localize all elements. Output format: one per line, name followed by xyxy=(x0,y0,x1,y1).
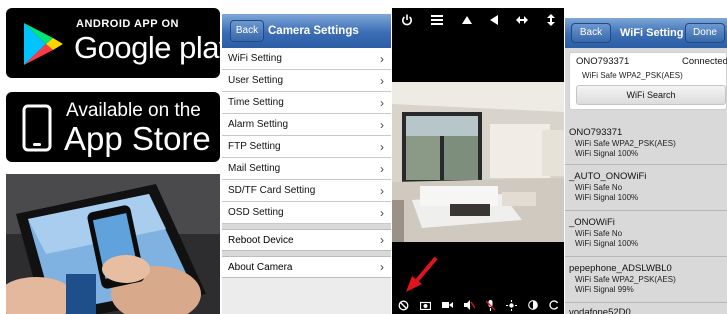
network-name: _AUTO_ONOWiFi xyxy=(569,171,647,182)
about-label: About Camera xyxy=(228,262,293,273)
reboot-device-button[interactable]: Reboot Device › xyxy=(222,229,391,251)
network-signal: WiFi Signal 99% xyxy=(575,285,634,294)
wifi-search-button[interactable]: WiFi Search xyxy=(576,85,726,105)
camera-settings-screen: Back Camera Settings WiFi Setting › User … xyxy=(222,14,391,314)
app-store-badge[interactable]: Available on the App Store xyxy=(6,92,220,162)
record-video-icon[interactable] xyxy=(441,301,453,309)
chevron-right-icon: › xyxy=(380,184,384,198)
network-security: WiFi Safe WPA2_PSK(AES) xyxy=(575,275,676,284)
chevron-right-icon: › xyxy=(380,52,384,66)
reboot-label: Reboot Device xyxy=(228,235,294,246)
app-promo-collage: ANDROID APP ON Google play Available on … xyxy=(0,0,727,314)
iphone-icon xyxy=(22,104,52,152)
divider xyxy=(565,256,727,257)
menu-item-label: Alarm Setting xyxy=(228,119,289,130)
network-list-item[interactable]: _AUTO_ONOWiFi WiFi Safe No WiFi Signal 1… xyxy=(569,170,727,203)
chevron-right-icon: › xyxy=(380,118,384,132)
menu-item-label: SD/TF Card Setting xyxy=(228,185,316,196)
divider xyxy=(565,164,727,165)
back-button[interactable]: Back xyxy=(571,23,611,43)
menu-item-label: OSD Setting xyxy=(228,207,284,218)
menu-item-wifi-setting[interactable]: WiFi Setting › xyxy=(222,48,391,70)
app-store-name: App Store xyxy=(64,120,211,157)
google-play-badge[interactable]: ANDROID APP ON Google play xyxy=(6,8,234,78)
google-play-logo-icon xyxy=(24,23,63,65)
done-button[interactable]: Done xyxy=(685,23,725,43)
current-network-card: ONO793371 Connected WiFi Safe WPA2_PSK(A… xyxy=(569,52,727,110)
network-list-item[interactable]: _ONOWiFi WiFi Safe No WiFi Signal 100% xyxy=(569,216,727,249)
chevron-right-icon: › xyxy=(380,260,384,274)
divider xyxy=(565,302,727,303)
chevron-right-icon: › xyxy=(380,206,384,220)
network-name: _ONOWiFi xyxy=(569,217,615,228)
flip-rotate-icon[interactable] xyxy=(398,300,409,311)
google-play-name: Google play xyxy=(74,30,234,65)
speaker-muted-icon[interactable] xyxy=(463,300,475,310)
menu-item-label: Time Setting xyxy=(228,97,284,108)
power-icon[interactable] xyxy=(401,14,413,26)
chevron-right-icon: › xyxy=(380,96,384,110)
menu-list-icon[interactable] xyxy=(431,15,444,25)
network-name: vodafone52D0 xyxy=(569,307,631,314)
chevron-right-icon: › xyxy=(380,233,384,247)
app-store-tagline: Available on the xyxy=(66,100,201,121)
live-view-screen xyxy=(392,8,564,314)
menu-item-label: Mail Setting xyxy=(228,163,281,174)
menu-item-label: FTP Setting xyxy=(228,141,281,152)
vertical-scan-icon[interactable] xyxy=(546,14,555,26)
contrast-icon[interactable] xyxy=(527,300,538,310)
network-signal: WiFi Signal 100% xyxy=(575,193,639,202)
camera-settings-navbar: Back Camera Settings xyxy=(222,14,391,48)
menu-item-alarm-setting[interactable]: Alarm Setting › xyxy=(222,114,391,136)
network-list-item[interactable]: pepephone_ADSLWBL0 WiFi Safe WPA2_PSK(AE… xyxy=(569,262,727,295)
live-view-toolbar xyxy=(392,8,564,32)
menu-item-user-setting[interactable]: User Setting › xyxy=(222,70,391,92)
refresh-icon[interactable] xyxy=(548,300,559,310)
wifi-setting-screen: Back WiFi Setting Done ONO793371 Connect… xyxy=(565,18,727,314)
network-signal: WiFi Signal 100% xyxy=(575,239,639,248)
back-button[interactable]: Back xyxy=(230,20,264,42)
current-security: WiFi Safe WPA2_PSK(AES) xyxy=(582,71,683,80)
pan-left-icon[interactable] xyxy=(490,15,499,25)
connection-status: Connected xyxy=(682,56,727,67)
network-name: ONO793371 xyxy=(569,127,623,138)
network-list-item[interactable]: vodafone52D0 xyxy=(569,306,727,314)
about-camera-button[interactable]: About Camera › xyxy=(222,256,391,278)
page-title: WiFi Setting xyxy=(620,27,684,39)
tilt-up-icon[interactable] xyxy=(461,16,472,24)
hands-holding-devices-photo xyxy=(6,174,220,314)
divider xyxy=(565,210,727,211)
network-list-item[interactable]: ONO793371 WiFi Safe WPA2_PSK(AES) WiFi S… xyxy=(569,126,727,159)
settings-menu-group: WiFi Setting › User Setting › Time Setting… xyxy=(222,48,391,224)
network-signal: WiFi Signal 100% xyxy=(575,149,639,158)
menu-item-label: WiFi Setting xyxy=(228,53,282,64)
snapshot-icon[interactable] xyxy=(419,301,431,310)
camera-control-bar xyxy=(392,296,564,314)
annotation-arrow xyxy=(406,256,438,292)
brightness-icon[interactable] xyxy=(505,299,517,311)
menu-item-ftp-setting[interactable]: FTP Setting › xyxy=(222,136,391,158)
network-security: WiFi Safe WPA2_PSK(AES) xyxy=(575,139,676,148)
wifi-setting-navbar: Back WiFi Setting Done xyxy=(565,18,727,48)
chevron-right-icon: › xyxy=(380,140,384,154)
chevron-right-icon: › xyxy=(380,162,384,176)
camera-video-feed[interactable] xyxy=(392,82,564,242)
current-ssid: ONO793371 xyxy=(576,56,630,67)
menu-item-osd-setting[interactable]: OSD Setting › xyxy=(222,202,391,224)
network-security: WiFi Safe No xyxy=(575,229,623,238)
microphone-muted-icon[interactable] xyxy=(485,299,495,311)
chevron-right-icon: › xyxy=(380,74,384,88)
horizontal-scan-icon[interactable] xyxy=(516,16,529,24)
network-name: pepephone_ADSLWBL0 xyxy=(569,263,672,274)
google-play-tagline: ANDROID APP ON xyxy=(76,18,179,30)
menu-item-time-setting[interactable]: Time Setting › xyxy=(222,92,391,114)
network-security: WiFi Safe No xyxy=(575,183,623,192)
page-title: Camera Settings xyxy=(268,25,359,37)
menu-item-label: User Setting xyxy=(228,75,284,86)
menu-item-sd-card-setting[interactable]: SD/TF Card Setting › xyxy=(222,180,391,202)
menu-item-mail-setting[interactable]: Mail Setting › xyxy=(222,158,391,180)
